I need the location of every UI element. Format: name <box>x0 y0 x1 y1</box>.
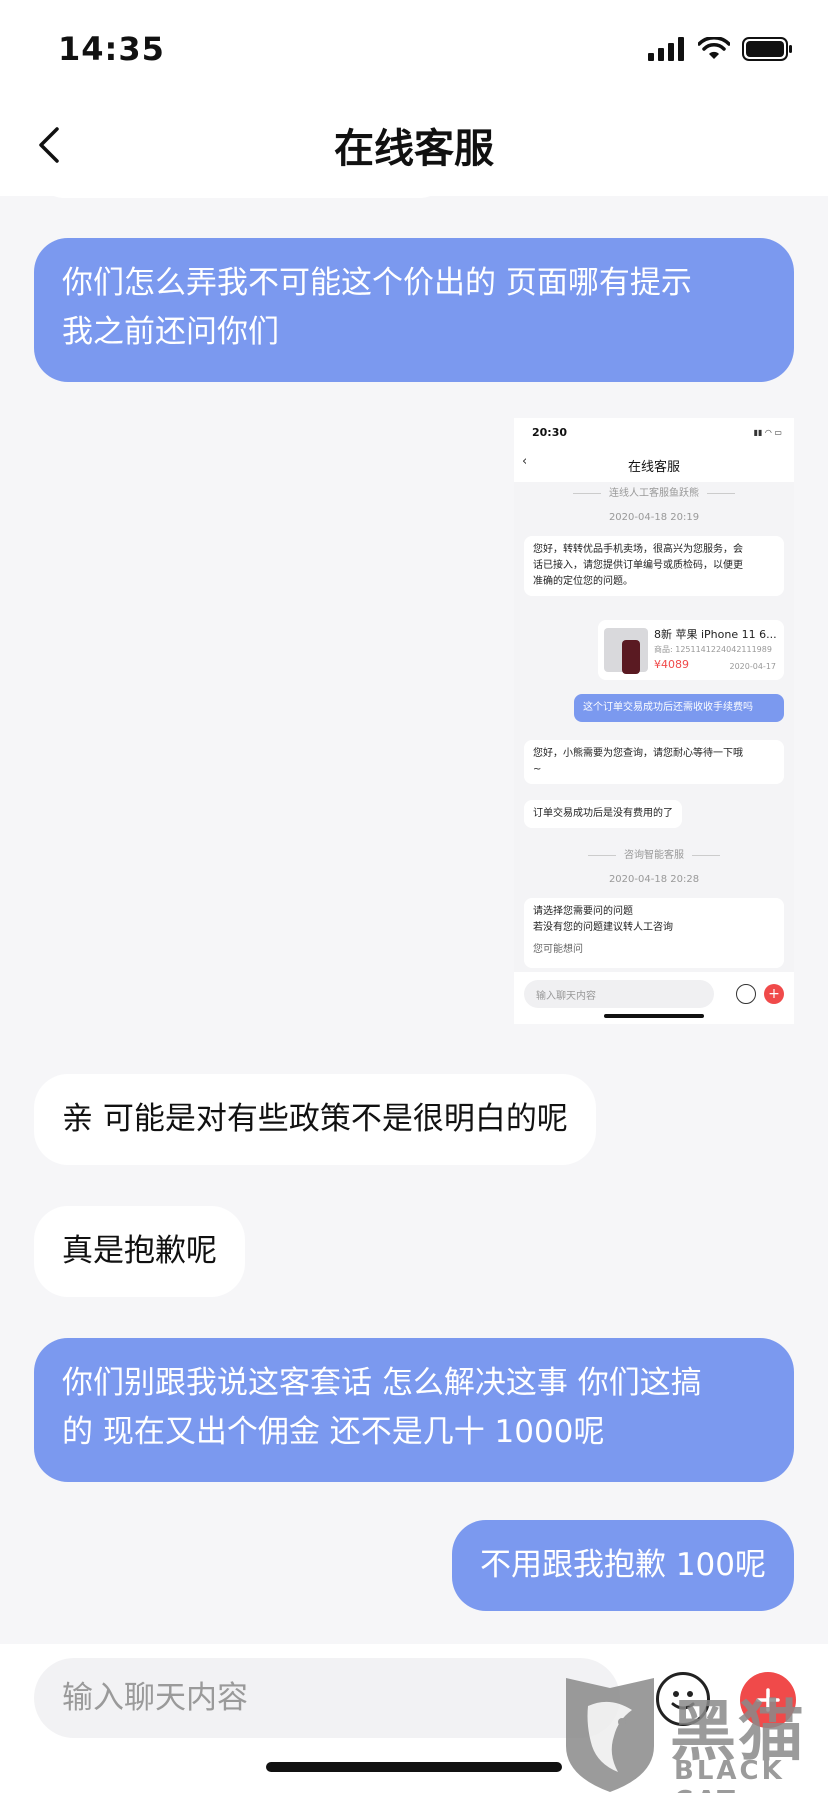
chat-message-outgoing[interactable]: 你们别跟我说这客套话 怎么解决这事 你们这搞 的 现在又出个佣金 还不是几十 1… <box>34 1338 794 1482</box>
product-price: ¥4089 <box>654 658 689 671</box>
embedded-divider: 连线人工客服鱼跃熊 <box>514 484 794 499</box>
status-time: 14:35 <box>58 30 165 68</box>
message-line: 的 现在又出个佣金 还不是几十 1000呢 <box>62 1414 605 1450</box>
nav-bar: 在线客服 <box>0 96 828 196</box>
phone-image <box>622 640 640 674</box>
message-line: 你们怎么弄我不可能这个价出的 页面哪有提示 <box>62 265 692 301</box>
status-icons <box>648 36 794 62</box>
chat-input[interactable] <box>34 1658 620 1738</box>
embedded-line: 您好，小熊需要为您查询，请您耐心等待一下哦 <box>533 748 743 759</box>
embedded-date: 2020-04-18 20:28 <box>608 874 700 885</box>
embedded-title: 在线客服 <box>627 460 680 475</box>
product-id: 商品: 1251141224042111989 <box>654 645 772 654</box>
embedded-bubble-greeting: 您好，转转优品手机卖场，很高兴为您服务，会 话已接入，请您提供订单编号或质检码，… <box>524 536 784 596</box>
embedded-date: 2020-04-18 20:19 <box>608 512 700 523</box>
product-thumbnail <box>604 628 648 674</box>
message-image-screenshot[interactable]: 20:30 ▮▮ ◠ ▭ ‹ 在线客服 连线人工客服鱼跃熊 2020-04-18… <box>514 418 794 1024</box>
embedded-line: 请选择您需要问的问题 <box>533 906 633 917</box>
home-indicator <box>266 1762 562 1772</box>
embedded-bubble-reply: 您好，小熊需要为您查询，请您耐心等待一下哦 ~ <box>524 740 784 784</box>
product-date: 2020-04-17 <box>729 662 777 671</box>
product-title: 8新 苹果 iPhone 11 6... <box>654 628 777 641</box>
status-bar: 14:35 <box>0 0 828 96</box>
embedded-line: 若没有您的问题建议转人工咨询 <box>533 922 673 933</box>
embedded-bubble-reply2: 订单交易成功后是没有费用的了 <box>524 800 682 828</box>
embedded-line: ~ <box>533 764 542 775</box>
embedded-status-icons: ▮▮ ◠ ▭ <box>753 428 782 437</box>
watermark-text-en: BLACK CAT <box>674 1756 785 1793</box>
embedded-line: 话已接入，请您提供订单编号或质检码，以便更 <box>533 560 743 571</box>
message-line: 你们别跟我说这客套话 怎么解决这事 你们这搞 <box>62 1365 702 1401</box>
embedded-bubble-bot: 请选择您需要问的问题 若没有您的问题建议转人工咨询 您可能想问 <box>524 898 784 968</box>
embedded-plus-icon: + <box>764 984 784 1004</box>
message-line: 我之前还问你们 <box>62 314 279 350</box>
embedded-bubble-user: 这个订单交易成功后还需收收手续费吗 <box>574 694 784 722</box>
wifi-icon <box>698 37 730 59</box>
embedded-home-indicator <box>604 1014 704 1018</box>
embedded-line: 您好，转转优品手机卖场，很高兴为您服务，会 <box>533 544 743 555</box>
chat-message-list[interactable]: 你们怎么弄我不可能这个价出的 页面哪有提示 我之前还问你们 20:30 ▮▮ ◠… <box>0 196 828 1644</box>
chat-message-outgoing[interactable]: 你们怎么弄我不可能这个价出的 页面哪有提示 我之前还问你们 <box>34 238 794 382</box>
chat-message-outgoing[interactable]: 不用跟我抱歉 100呢 <box>451 1520 794 1611</box>
signal-icon <box>648 37 684 61</box>
chat-message-incoming[interactable]: 亲 可能是对有些政策不是很明白的呢 <box>34 1074 596 1165</box>
black-cat-logo-icon <box>566 1678 654 1792</box>
embedded-input: 输入聊天内容 <box>524 980 714 1008</box>
embedded-emoji-icon <box>736 984 756 1004</box>
battery-icon <box>742 37 792 61</box>
embedded-line: 您可能想问 <box>533 944 583 955</box>
embedded-product-card: 8新 苹果 iPhone 11 6... 商品: 125114122404211… <box>598 620 784 680</box>
chat-message-incoming[interactable]: 真是抱歉呢 <box>34 1206 245 1297</box>
page-title: 在线客服 <box>334 126 494 172</box>
watermark: 黑猫 BLACK CAT <box>558 1676 828 1793</box>
embedded-time: 20:30 <box>532 426 568 439</box>
embedded-divider: 咨询智能客服 <box>514 846 794 861</box>
embedded-line: 准确的定位您的问题。 <box>533 576 633 587</box>
previous-message-bubble <box>42 196 442 198</box>
